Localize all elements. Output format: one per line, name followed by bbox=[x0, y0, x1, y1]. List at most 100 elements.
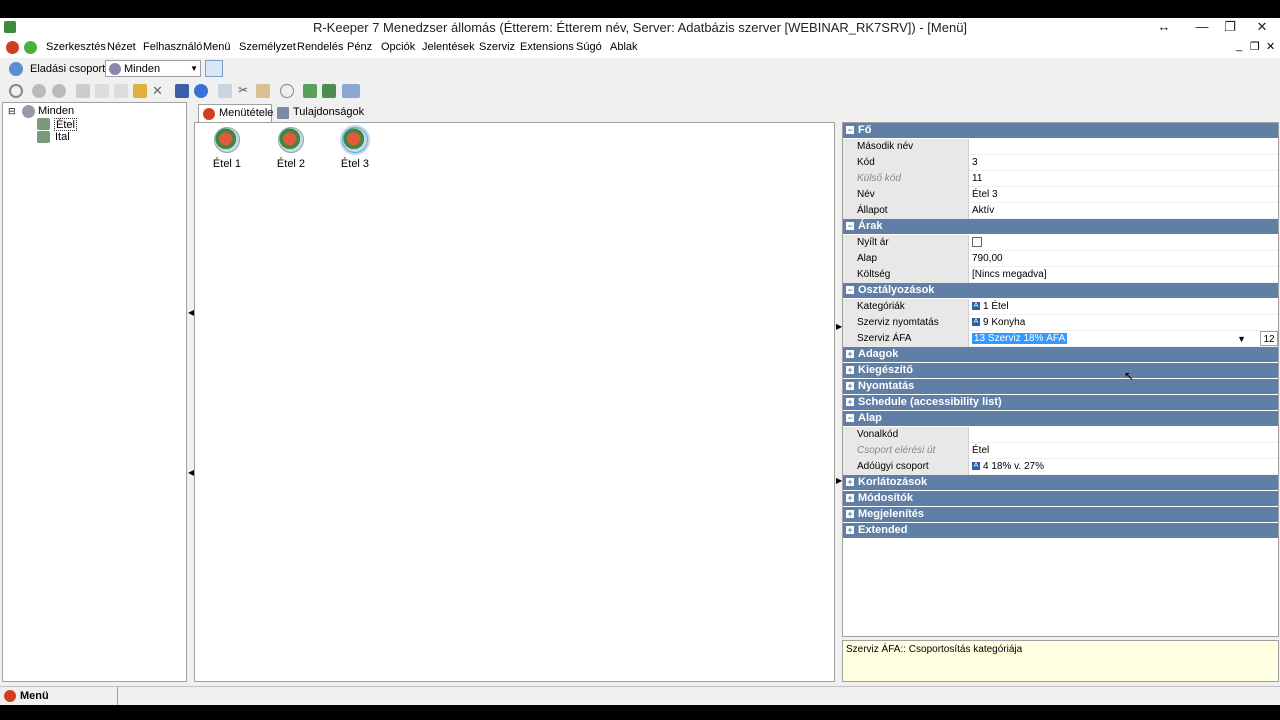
mdi-restore-button[interactable]: ❐ bbox=[1250, 40, 1260, 53]
collapse-icon[interactable]: − bbox=[846, 286, 854, 295]
folder-up-icon[interactable] bbox=[133, 84, 147, 98]
menu-rendeles[interactable]: Rendelés bbox=[297, 41, 343, 53]
collapse-icon[interactable]: ⊟ bbox=[8, 106, 16, 117]
category-korlatozasok[interactable]: + Korlátozások bbox=[843, 475, 1278, 491]
category-megjelenites[interactable]: + Megjelenítés bbox=[843, 507, 1278, 523]
search-icon[interactable] bbox=[280, 84, 294, 98]
menu-menu[interactable]: Menü bbox=[203, 41, 231, 53]
category-osztalyozasok[interactable]: − Osztályozások bbox=[843, 283, 1278, 299]
category-modositok[interactable]: + Módosítók bbox=[843, 491, 1278, 507]
filter-button[interactable] bbox=[205, 60, 223, 77]
copy-record-icon[interactable] bbox=[114, 84, 128, 98]
category-adagok[interactable]: + Adagok bbox=[843, 347, 1278, 363]
expand-icon[interactable]: + bbox=[846, 350, 854, 359]
prop-row-nyilt-ar[interactable]: Nyílt ár bbox=[843, 235, 1278, 251]
globe-icon bbox=[9, 62, 23, 76]
save-icon[interactable] bbox=[175, 84, 189, 98]
dish-icon bbox=[342, 127, 368, 153]
category-alap[interactable]: − Alap bbox=[843, 411, 1278, 427]
expand-icon[interactable]: + bbox=[846, 494, 854, 503]
prop-row-adougyi-csoport[interactable]: Adóügyi csoport A 4 18% v. 27% bbox=[843, 459, 1278, 475]
sync-icon[interactable] bbox=[194, 84, 208, 98]
menu-extensions[interactable]: Extensions bbox=[520, 41, 574, 53]
prop-row-allapot[interactable]: Állapot Aktív bbox=[843, 203, 1278, 219]
paste-icon[interactable] bbox=[256, 84, 270, 98]
prop-row-alap[interactable]: Alap 790,00 bbox=[843, 251, 1278, 267]
expand-icon[interactable]: + bbox=[846, 478, 854, 487]
menu-sugo[interactable]: Súgó bbox=[576, 41, 602, 53]
minimize-button[interactable]: — bbox=[1188, 18, 1216, 38]
folder-icon bbox=[37, 131, 50, 143]
tab-properties[interactable]: Tulajdonságok bbox=[273, 104, 364, 122]
category-schedule[interactable]: + Schedule (accessibility list) bbox=[843, 395, 1278, 411]
resize-icon[interactable]: ↔ bbox=[1150, 18, 1178, 38]
tree-node-etel[interactable]: Étel bbox=[54, 118, 77, 131]
restore-button[interactable]: ❐ bbox=[1216, 18, 1244, 38]
expand-icon[interactable]: + bbox=[846, 382, 854, 391]
view-options-icon[interactable] bbox=[342, 84, 360, 98]
open-price-checkbox[interactable] bbox=[972, 237, 982, 248]
import-icon[interactable] bbox=[303, 84, 317, 98]
mdi-icon bbox=[6, 41, 19, 54]
category-extended[interactable]: + Extended bbox=[843, 523, 1278, 539]
menu-opciok[interactable]: Opciók bbox=[381, 41, 415, 53]
service-vat-select[interactable]: 13 Szerviz 18% ÁFA ▼ 12 bbox=[971, 331, 1278, 347]
menu-szerkesztes[interactable]: Szerkesztés bbox=[46, 41, 106, 53]
count-badge[interactable]: 12 bbox=[1260, 331, 1278, 346]
collapse-icon[interactable]: − bbox=[846, 126, 854, 135]
tab-menu-items[interactable]: Menütételek bbox=[198, 104, 279, 122]
menu-item-icon bbox=[203, 108, 215, 120]
status-bar: Menü bbox=[0, 686, 1280, 705]
mdi-minimize-button[interactable]: _ bbox=[1236, 40, 1242, 52]
tree-node-root[interactable]: Minden bbox=[38, 105, 74, 118]
expand-icon[interactable]: + bbox=[846, 366, 854, 375]
group-icon bbox=[22, 105, 35, 118]
category-arak[interactable]: − Árak bbox=[843, 219, 1278, 235]
refresh-icon[interactable] bbox=[9, 84, 23, 98]
category-kiegeszito[interactable]: + Kiegészítő bbox=[843, 363, 1278, 379]
mdi-close-button[interactable]: ✕ bbox=[1266, 40, 1275, 53]
menu-ablak[interactable]: Ablak bbox=[610, 41, 638, 53]
collapse-icon[interactable]: − bbox=[846, 414, 854, 423]
menu-item-tile[interactable]: Étel 2 bbox=[261, 127, 321, 170]
collapse-icon[interactable]: − bbox=[846, 222, 854, 231]
category-fo[interactable]: − Fő bbox=[843, 123, 1278, 139]
menu-felhasznalo[interactable]: Felhasználó bbox=[143, 41, 202, 53]
sales-group-select[interactable]: Minden ▼ bbox=[105, 60, 201, 77]
category-nyomtatas[interactable]: + Nyomtatás bbox=[843, 379, 1278, 395]
menu-item-tile-selected[interactable]: Étel 3 bbox=[325, 127, 385, 170]
prop-row-csoport-eleresi-ut[interactable]: Csoport elérési út Étel bbox=[843, 443, 1278, 459]
prop-row-szerviz-afa[interactable]: Szerviz ÁFA 13 Szerviz 18% ÁFA ▼ 12 bbox=[843, 331, 1278, 347]
edit-icon[interactable] bbox=[95, 84, 109, 98]
menu-szerviz[interactable]: Szerviz bbox=[479, 41, 515, 53]
prop-row-masodik-nev[interactable]: Második név bbox=[843, 139, 1278, 155]
copy-icon[interactable] bbox=[218, 84, 232, 98]
back-icon[interactable] bbox=[32, 84, 46, 98]
prop-row-kulso-kod[interactable]: Külső kód 11 bbox=[843, 171, 1278, 187]
tree-node-ital[interactable]: Ital bbox=[55, 131, 70, 144]
expand-icon[interactable]: + bbox=[846, 526, 854, 535]
menu-item-tile[interactable]: Étel 1 bbox=[197, 127, 257, 170]
prop-row-koltseg[interactable]: Költség [Nincs megadva] bbox=[843, 267, 1278, 283]
menu-penz[interactable]: Pénz bbox=[347, 41, 372, 53]
expand-icon[interactable]: + bbox=[846, 510, 854, 519]
cut-icon[interactable]: ✂ bbox=[238, 83, 248, 97]
delete-icon[interactable]: ✕ bbox=[152, 83, 163, 99]
menu-jelentesek[interactable]: Jelentések bbox=[422, 41, 475, 53]
status-icon bbox=[24, 41, 37, 54]
prop-row-kategoriak[interactable]: Kategóriák A 1 Étel bbox=[843, 299, 1278, 315]
forward-icon[interactable] bbox=[52, 84, 66, 98]
status-tab[interactable]: Menü bbox=[0, 687, 118, 705]
menu-nezet[interactable]: Nézet bbox=[107, 41, 136, 53]
prop-row-szerviz-nyomtatas[interactable]: Szerviz nyomtatás A 9 Konyha bbox=[843, 315, 1278, 331]
prop-row-kod[interactable]: Kód 3 bbox=[843, 155, 1278, 171]
expand-icon[interactable]: + bbox=[846, 398, 854, 407]
menu-item-label: Étel 2 bbox=[276, 158, 306, 170]
new-icon[interactable] bbox=[76, 84, 90, 98]
prop-row-nev[interactable]: Név Étel 3 bbox=[843, 187, 1278, 203]
export-icon[interactable] bbox=[322, 84, 336, 98]
close-button[interactable]: ✕ bbox=[1244, 18, 1280, 38]
menu-szemelyzet[interactable]: Személyzet bbox=[239, 41, 296, 53]
chevron-down-icon[interactable]: ▼ bbox=[1237, 332, 1246, 347]
prop-row-vonalkod[interactable]: Vonalkód bbox=[843, 427, 1278, 443]
